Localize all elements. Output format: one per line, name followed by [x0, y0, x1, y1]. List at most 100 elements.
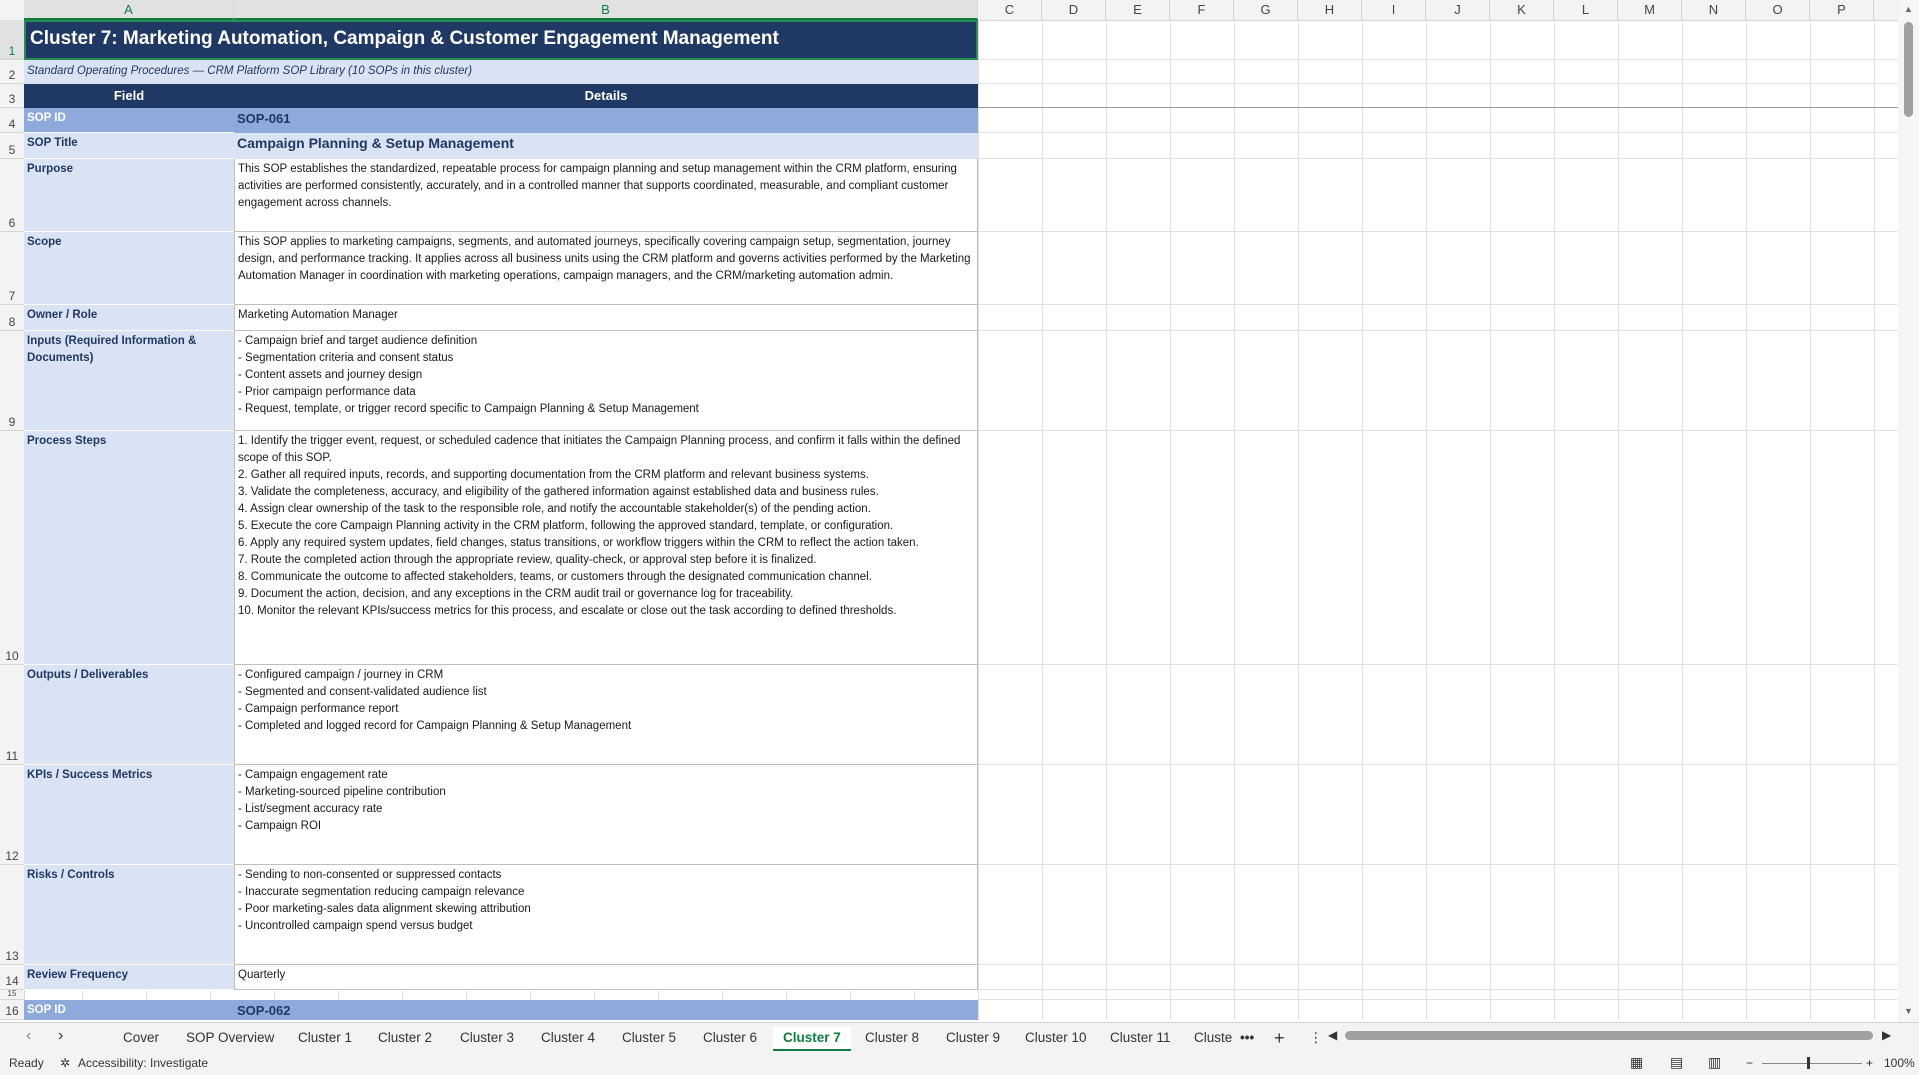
zoom-level[interactable]: 100% [1884, 1056, 1915, 1070]
tab-scroll-left-icon[interactable]: ‹ [26, 1027, 31, 1045]
row-header-15[interactable]: 15 [0, 989, 24, 1000]
scroll-up-icon[interactable]: ▲ [1898, 4, 1919, 14]
column-header-M[interactable]: M [1618, 0, 1682, 20]
tab-cluster-10[interactable]: Cluster 10 [1015, 1027, 1097, 1049]
row-header-5[interactable]: 5 [0, 133, 24, 159]
column-header-O[interactable]: O [1746, 0, 1810, 20]
tab-cluster-5[interactable]: Cluster 5 [612, 1027, 686, 1049]
label-outputs[interactable]: Outputs / Deliverables [24, 665, 234, 765]
vertical-scroll-thumb[interactable] [1904, 22, 1913, 117]
zoom-in-icon[interactable]: + [1866, 1056, 1873, 1070]
normal-view-icon[interactable]: ▦ [1630, 1054, 1643, 1071]
value-next-sop-id[interactable]: SOP-062 [234, 1000, 978, 1020]
sheet-tab-bar: ‹ › Cover SOP Overview Cluster 1 Cluster… [0, 1022, 1919, 1053]
value-sop-title[interactable]: Campaign Planning & Setup Management [234, 133, 978, 159]
header-details-cell[interactable]: Details [234, 84, 978, 108]
column-header-G[interactable]: G [1234, 0, 1298, 20]
status-bar: Ready ✲ Accessibility: Investigate ▦ ▤ ▥… [0, 1052, 1919, 1075]
zoom-slider-track[interactable] [1762, 1063, 1862, 1064]
row-header-1[interactable]: 1 [0, 20, 24, 60]
tab-cover[interactable]: Cover [113, 1027, 169, 1049]
row-header-9[interactable]: 9 [0, 331, 24, 431]
select-all-corner[interactable] [0, 0, 25, 20]
zoom-slider-thumb[interactable] [1807, 1057, 1810, 1069]
horizontal-scroll-thumb[interactable] [1345, 1031, 1873, 1040]
zoom-out-icon[interactable]: − [1746, 1056, 1753, 1070]
label-review-frequency[interactable]: Review Frequency [24, 965, 234, 990]
column-header-I[interactable]: I [1362, 0, 1426, 20]
row-header-4[interactable]: 4 [0, 108, 24, 133]
row-header-10[interactable]: 10 [0, 431, 24, 665]
label-process-steps[interactable]: Process Steps [24, 431, 234, 665]
row-header-16[interactable]: 16 [0, 1000, 24, 1020]
column-header-K[interactable]: K [1490, 0, 1554, 20]
row-header-12[interactable]: 12 [0, 765, 24, 865]
tab-cluster-2[interactable]: Cluster 2 [368, 1027, 442, 1049]
sheet-title-cell[interactable]: Cluster 7: Marketing Automation, Campaig… [24, 20, 978, 60]
row-header-8[interactable]: 8 [0, 305, 24, 331]
row-header-2[interactable]: 2 [0, 60, 24, 84]
value-process-steps[interactable]: 1. Identify the trigger event, request, … [234, 431, 978, 665]
add-sheet-icon[interactable]: + [1264, 1027, 1295, 1049]
row-header-3[interactable]: 3 [0, 84, 24, 108]
vertical-scrollbar[interactable]: ▲ ▼ [1898, 0, 1919, 1022]
row-header-13[interactable]: 13 [0, 865, 24, 965]
tab-cluster-7[interactable]: Cluster 7 [773, 1027, 851, 1051]
column-header-J[interactable]: J [1426, 0, 1490, 20]
row-header-6[interactable]: 6 [0, 159, 24, 232]
column-header-bar: A B C D E F G H I J K L M N O P [0, 0, 1898, 21]
label-sop-id[interactable]: SOP ID [24, 108, 234, 133]
label-inputs[interactable]: Inputs (Required Information & Documents… [24, 331, 234, 431]
label-next-sop-id[interactable]: SOP ID [24, 1000, 234, 1020]
column-header-P[interactable]: P [1810, 0, 1874, 20]
spreadsheet-grid[interactable]: Cluster 7: Marketing Automation, Campaig… [24, 20, 1898, 1020]
row-header-11[interactable]: 11 [0, 665, 24, 765]
value-sop-id[interactable]: SOP-061 [234, 108, 978, 133]
hscroll-left-icon[interactable]: ◀ [1328, 1028, 1337, 1042]
row-header-14[interactable]: 14 [0, 965, 24, 990]
tab-cluster-8[interactable]: Cluster 8 [855, 1027, 929, 1049]
value-inputs[interactable]: - Campaign brief and target audience def… [234, 331, 978, 431]
column-header-F[interactable]: F [1170, 0, 1234, 20]
row-header-bar: 1 2 3 4 5 6 7 8 9 10 11 12 13 14 15 16 [0, 20, 25, 1020]
label-risks-controls[interactable]: Risks / Controls [24, 865, 234, 965]
column-header-N[interactable]: N [1682, 0, 1746, 20]
tab-cluster-11[interactable]: Cluster 11 [1100, 1027, 1181, 1049]
tab-cluster-6[interactable]: Cluster 6 [693, 1027, 767, 1049]
row-header-7[interactable]: 7 [0, 232, 24, 305]
hscroll-right-icon[interactable]: ▶ [1882, 1028, 1891, 1042]
tab-cluster-3[interactable]: Cluster 3 [450, 1027, 524, 1049]
page-break-view-icon[interactable]: ▥ [1708, 1054, 1721, 1071]
tab-sop-overview[interactable]: SOP Overview [176, 1027, 284, 1049]
tab-cluster-1[interactable]: Cluster 1 [288, 1027, 362, 1049]
column-header-D[interactable]: D [1042, 0, 1106, 20]
more-tabs-icon[interactable]: ••• [1230, 1027, 1264, 1049]
value-owner-role[interactable]: Marketing Automation Manager [234, 305, 978, 331]
column-header-L[interactable]: L [1554, 0, 1618, 20]
value-scope[interactable]: This SOP applies to marketing campaigns,… [234, 232, 978, 305]
label-sop-title[interactable]: SOP Title [24, 133, 234, 159]
label-purpose[interactable]: Purpose [24, 159, 234, 232]
accessibility-icon[interactable]: ✲ [60, 1056, 70, 1070]
page-layout-view-icon[interactable]: ▤ [1670, 1054, 1683, 1071]
value-purpose[interactable]: This SOP establishes the standardized, r… [234, 159, 978, 232]
accessibility-status[interactable]: Accessibility: Investigate [78, 1056, 208, 1070]
value-risks-controls[interactable]: - Sending to non-consented or suppressed… [234, 865, 978, 965]
tab-cluster-9[interactable]: Cluster 9 [936, 1027, 1010, 1049]
scroll-down-icon[interactable]: ▼ [1898, 1006, 1919, 1016]
value-outputs[interactable]: - Configured campaign / journey in CRM -… [234, 665, 978, 765]
sheet-subtitle-cell[interactable]: Standard Operating Procedures — CRM Plat… [24, 60, 978, 84]
column-header-A[interactable]: A [24, 0, 234, 20]
label-scope[interactable]: Scope [24, 232, 234, 305]
label-kpis[interactable]: KPIs / Success Metrics [24, 765, 234, 865]
column-header-C[interactable]: C [978, 0, 1042, 20]
column-header-E[interactable]: E [1106, 0, 1170, 20]
tab-scroll-right-icon[interactable]: › [58, 1027, 63, 1045]
label-owner-role[interactable]: Owner / Role [24, 305, 234, 331]
column-header-H[interactable]: H [1298, 0, 1362, 20]
value-kpis[interactable]: - Campaign engagement rate - Marketing-s… [234, 765, 978, 865]
header-field-cell[interactable]: Field [24, 84, 234, 108]
tab-cluster-4[interactable]: Cluster 4 [531, 1027, 605, 1049]
column-header-B[interactable]: B [234, 0, 978, 20]
value-review-frequency[interactable]: Quarterly [234, 965, 978, 990]
